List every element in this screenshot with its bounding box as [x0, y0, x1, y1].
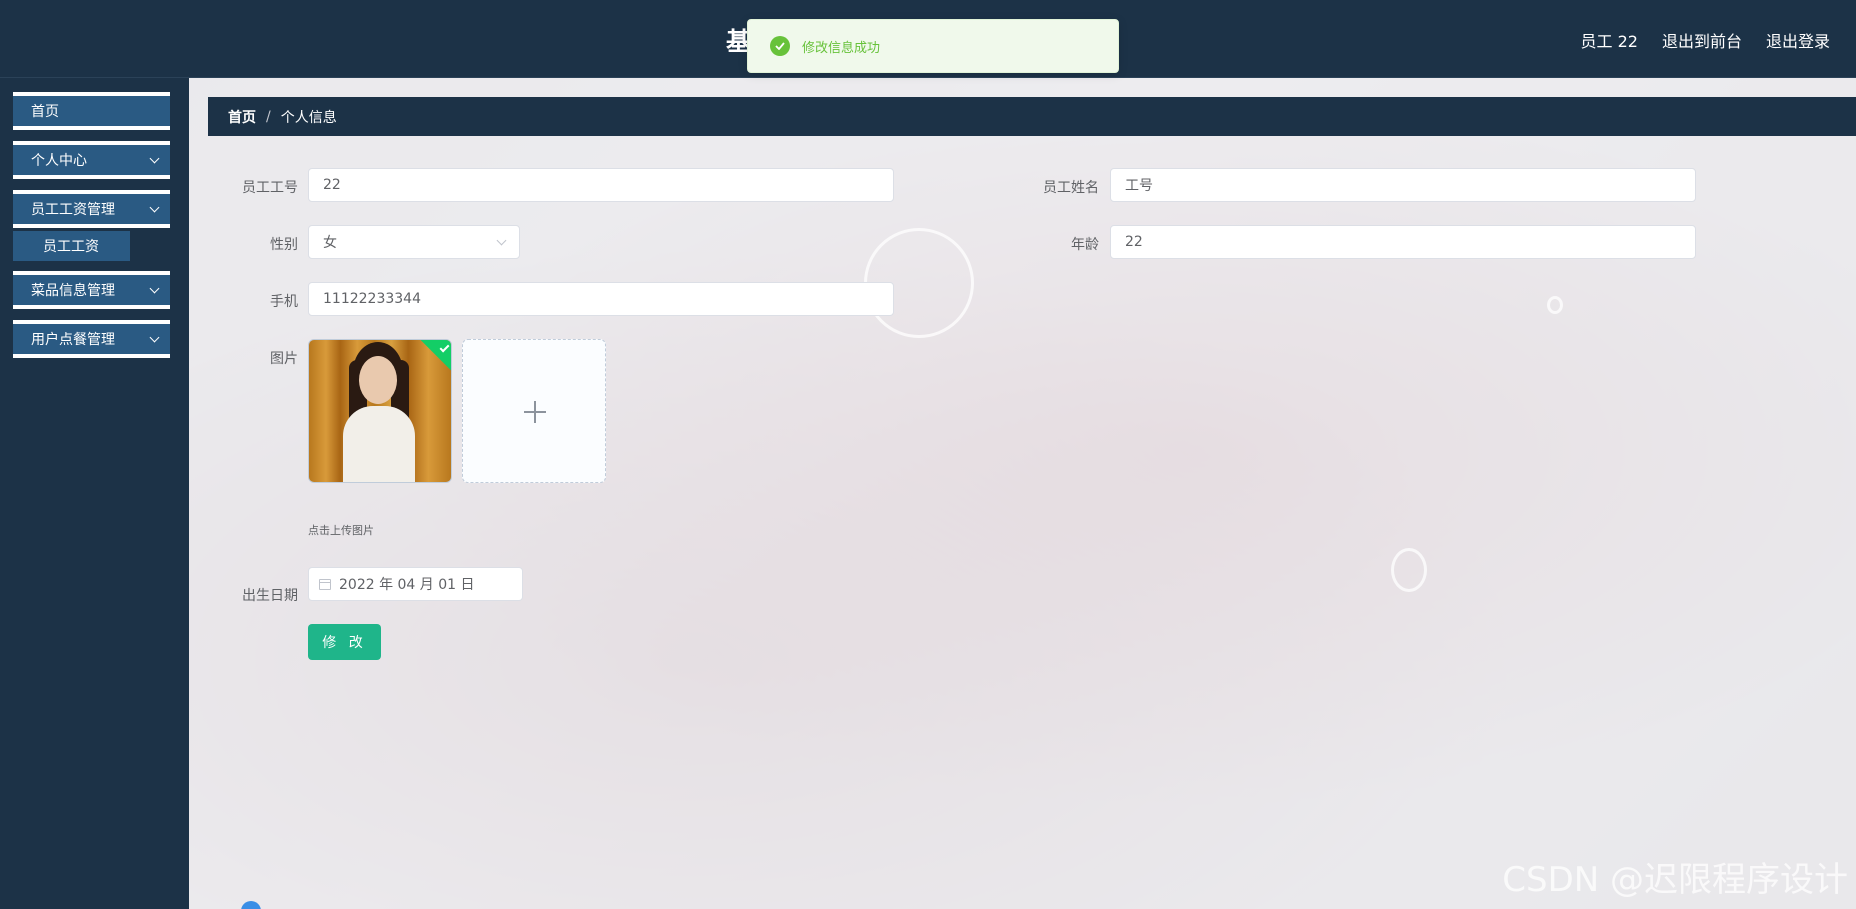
employee-name-value: 工号	[1125, 178, 1153, 194]
toast-message: 修改信息成功	[802, 40, 881, 56]
current-user-label: 员工 22	[1580, 32, 1638, 51]
employee-name-field[interactable]: 工号	[1110, 168, 1696, 202]
gender-select[interactable]: 女	[308, 225, 520, 259]
employee-no-value: 22	[323, 177, 341, 193]
gender-label: 性别	[270, 237, 298, 253]
breadcrumb: 首页 / 个人信息	[208, 97, 1856, 136]
success-toast: 修改信息成功	[747, 19, 1119, 73]
sidebar: 首页 个人中心 员工工资管理 员工工资 菜品信息管理 用户点餐管理	[0, 78, 189, 909]
chevron-down-icon	[149, 153, 160, 163]
employee-no-field[interactable]: 22	[308, 168, 894, 202]
uploaded-photo-thumbnail[interactable]	[308, 339, 452, 483]
sidebar-item-label: 用户点餐管理	[31, 332, 115, 348]
age-label: 年龄	[1071, 237, 1099, 253]
image-upload-button[interactable]	[462, 339, 606, 483]
breadcrumb-current: 个人信息	[280, 109, 337, 126]
chevron-down-icon	[149, 283, 160, 293]
sidebar-subitem-label: 员工工资	[43, 239, 99, 255]
background-image	[189, 78, 1856, 909]
image-label: 图片	[270, 351, 298, 367]
upload-hint: 点击上传图片	[308, 524, 374, 537]
calendar-icon	[319, 578, 331, 590]
breadcrumb-home[interactable]: 首页	[228, 107, 256, 127]
sidebar-item-label: 菜品信息管理	[31, 283, 115, 299]
phone-field[interactable]: 11122233344	[308, 282, 894, 316]
chevron-down-icon	[496, 235, 507, 246]
sidebar-item-dish-management[interactable]: 菜品信息管理	[13, 271, 170, 309]
header-links: 员工 22 退出到前台 退出登录	[1581, 28, 1830, 52]
main-content: 首页 / 个人信息 员工工号 22 员工姓名 工号 性别 女 年龄 22 手机 …	[189, 78, 1856, 909]
sidebar-item-label: 员工工资管理	[31, 202, 115, 218]
plus-icon	[534, 401, 536, 423]
sidebar-item-label: 首页	[31, 104, 59, 120]
age-value: 22	[1125, 234, 1143, 250]
employee-name-label: 员工姓名	[1043, 180, 1099, 196]
sidebar-item-label: 个人中心	[31, 153, 87, 169]
sidebar-item-home[interactable]: 首页	[13, 92, 170, 130]
breadcrumb-separator: /	[266, 108, 271, 125]
success-check-icon	[770, 36, 790, 56]
age-field[interactable]: 22	[1110, 225, 1696, 259]
photo-detail	[359, 356, 397, 404]
sidebar-subitem-salary[interactable]: 员工工资	[13, 231, 130, 261]
back-to-front-link[interactable]: 退出到前台	[1662, 28, 1742, 52]
watermark: CSDN @迟限程序设计	[1502, 860, 1848, 900]
chevron-down-icon	[149, 332, 160, 342]
sidebar-item-order-management[interactable]: 用户点餐管理	[13, 320, 170, 358]
sidebar-item-salary-management[interactable]: 员工工资管理	[13, 190, 170, 228]
chevron-down-icon	[149, 202, 160, 212]
birthday-value: 2022 年 04 月 01 日	[339, 577, 475, 593]
photo-detail	[343, 406, 415, 482]
logout-link[interactable]: 退出登录	[1766, 28, 1830, 52]
phone-label: 手机	[270, 294, 298, 310]
background-decoration	[1391, 548, 1427, 592]
birthday-date-picker[interactable]: 2022 年 04 月 01 日	[308, 567, 523, 601]
background-decoration	[1547, 296, 1563, 314]
phone-value: 11122233344	[323, 291, 421, 307]
employee-no-label: 员工工号	[242, 180, 298, 196]
birthday-label: 出生日期	[242, 588, 298, 604]
save-button[interactable]: 修 改	[308, 624, 381, 660]
sidebar-item-personal-center[interactable]: 个人中心	[13, 141, 170, 179]
gender-value: 女	[323, 235, 337, 251]
